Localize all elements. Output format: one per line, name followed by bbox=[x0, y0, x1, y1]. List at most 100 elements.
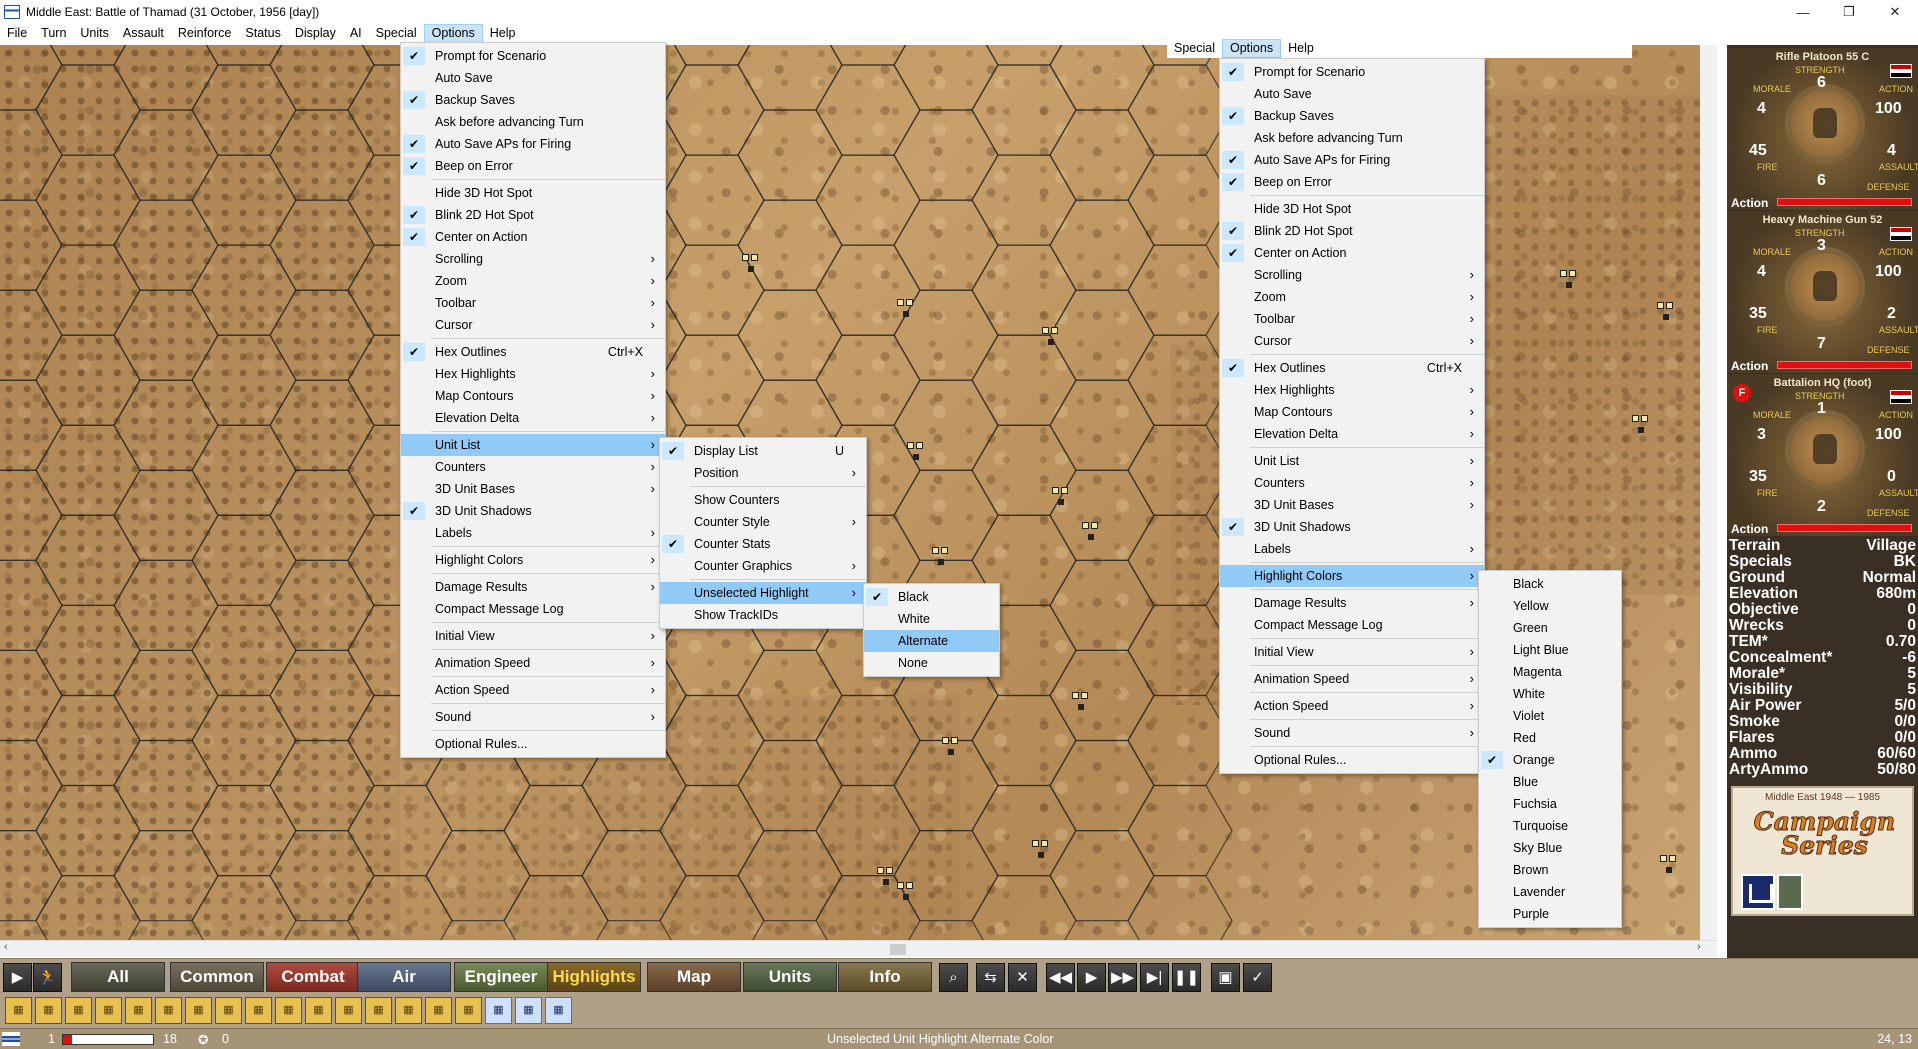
options-item-labels[interactable]: Labels › bbox=[401, 522, 665, 544]
options2-item-toolbar[interactable]: Toolbar › bbox=[1220, 308, 1484, 330]
options-item-auto-save-aps-for-firing[interactable]: ✔ Auto Save APs for Firing bbox=[401, 133, 665, 155]
options2-item-auto-save[interactable]: Auto Save bbox=[1220, 83, 1484, 105]
unselected-highlight-item-none[interactable]: None bbox=[864, 652, 999, 674]
unit-card[interactable]: Battalion HQ (foot) F STRENGTH 1 MORALE 3 ACTI… bbox=[1727, 374, 1918, 536]
unselected-highlight-item-white[interactable]: White bbox=[864, 608, 999, 630]
toolbar-tool-icon[interactable]: ▦ bbox=[155, 997, 182, 1024]
options2-item-hide-3d-hot-spot[interactable]: Hide 3D Hot Spot bbox=[1220, 198, 1484, 220]
unit-list-item-unselected-highlight[interactable]: Unselected Highlight › bbox=[660, 582, 866, 604]
menu-special[interactable]: Special bbox=[1167, 39, 1222, 58]
scroll-left-icon[interactable]: ‹ bbox=[4, 941, 8, 953]
highlight-color-item-blue[interactable]: Blue bbox=[1479, 771, 1621, 793]
options2-item-cursor[interactable]: Cursor › bbox=[1220, 330, 1484, 352]
options2-item-prompt-for-scenario[interactable]: ✔ Prompt for Scenario bbox=[1220, 61, 1484, 83]
options2-item-damage-results[interactable]: Damage Results › bbox=[1220, 592, 1484, 614]
options2-item-elevation-delta[interactable]: Elevation Delta › bbox=[1220, 423, 1484, 445]
options-item-action-speed[interactable]: Action Speed › bbox=[401, 679, 665, 701]
tab-map[interactable]: Map bbox=[647, 962, 741, 992]
unit-marker[interactable] bbox=[1030, 838, 1052, 862]
menu-units[interactable]: Units bbox=[73, 24, 115, 43]
unit-list-item-show-counters[interactable]: Show Counters bbox=[660, 489, 866, 511]
play-icon[interactable]: ▶ bbox=[1077, 963, 1106, 992]
options2-item-animation-speed[interactable]: Animation Speed › bbox=[1220, 668, 1484, 690]
options2-item-blink-2d-hot-spot[interactable]: ✔ Blink 2D Hot Spot bbox=[1220, 220, 1484, 242]
toolbar-tool-icon[interactable]: ▦ bbox=[125, 997, 152, 1024]
scroll-thumb[interactable] bbox=[890, 944, 906, 955]
unit-list-item-position[interactable]: Position › bbox=[660, 462, 866, 484]
options2-item-scrolling[interactable]: Scrolling › bbox=[1220, 264, 1484, 286]
run-icon[interactable]: 🏃 bbox=[33, 963, 62, 992]
toolbar-tool-icon[interactable]: ▦ bbox=[425, 997, 452, 1024]
options-item-sound[interactable]: Sound › bbox=[401, 706, 665, 728]
menu-options[interactable]: Options bbox=[1222, 39, 1282, 58]
menu-status[interactable]: Status bbox=[238, 24, 287, 43]
tab-combat[interactable]: Combat bbox=[266, 962, 360, 992]
unit-marker[interactable] bbox=[930, 545, 952, 569]
options-item-hide-3d-hot-spot[interactable]: Hide 3D Hot Spot bbox=[401, 182, 665, 204]
toolbar-tool-icon[interactable]: ▦ bbox=[485, 997, 512, 1024]
minimize-button[interactable]: — bbox=[1780, 0, 1826, 24]
unit-marker[interactable] bbox=[895, 880, 917, 904]
unselected-highlight-item-alternate[interactable]: Alternate bbox=[864, 630, 999, 652]
options2-item-beep-on-error[interactable]: ✔ Beep on Error bbox=[1220, 171, 1484, 193]
unit-marker[interactable] bbox=[1658, 853, 1680, 877]
unit-list-item-counter-graphics[interactable]: Counter Graphics › bbox=[660, 555, 866, 577]
menu-turn[interactable]: Turn bbox=[34, 24, 73, 43]
unit-marker[interactable] bbox=[895, 297, 917, 321]
check-icon[interactable]: ✓ bbox=[1243, 963, 1272, 992]
play-icon[interactable]: ▶ bbox=[3, 963, 32, 992]
unit-list-item-display-list[interactable]: ✔ Display List U bbox=[660, 440, 866, 462]
unit-list-item-show-trackids[interactable]: Show TrackIDs bbox=[660, 604, 866, 626]
toolbar-tool-icon[interactable]: ▦ bbox=[545, 997, 572, 1024]
menu-display[interactable]: Display bbox=[288, 24, 343, 43]
unselected-highlight-item-black[interactable]: ✔ Black bbox=[864, 586, 999, 608]
highlight-color-item-turquoise[interactable]: Turquoise bbox=[1479, 815, 1621, 837]
toolbar-tool-icon[interactable]: ▦ bbox=[335, 997, 362, 1024]
options-item-ask-before-advancing-turn[interactable]: Ask before advancing Turn bbox=[401, 111, 665, 133]
options2-item-action-speed[interactable]: Action Speed › bbox=[1220, 695, 1484, 717]
unit-card[interactable]: Heavy Machine Gun 52 STRENGTH 3 MORALE 4 ACTI… bbox=[1727, 211, 1918, 373]
options-item-auto-save[interactable]: Auto Save bbox=[401, 67, 665, 89]
maximize-button[interactable]: ❐ bbox=[1826, 0, 1872, 24]
menu-help[interactable]: Help bbox=[483, 24, 523, 43]
options-item-compact-message-log[interactable]: Compact Message Log bbox=[401, 598, 665, 620]
options2-item-backup-saves[interactable]: ✔ Backup Saves bbox=[1220, 105, 1484, 127]
toolbar-tool-icon[interactable]: ▦ bbox=[275, 997, 302, 1024]
options2-item-hex-highlights[interactable]: Hex Highlights › bbox=[1220, 379, 1484, 401]
options-item-optional-rules[interactable]: Optional Rules... bbox=[401, 733, 665, 755]
options-item-map-contours[interactable]: Map Contours › bbox=[401, 385, 665, 407]
tab-air[interactable]: Air bbox=[357, 962, 451, 992]
highlight-color-item-light-blue[interactable]: Light Blue bbox=[1479, 639, 1621, 661]
unit-marker[interactable] bbox=[1655, 300, 1677, 324]
highlight-color-item-orange[interactable]: ✔ Orange bbox=[1479, 749, 1621, 771]
options2-item-3d-unit-shadows[interactable]: ✔ 3D Unit Shadows bbox=[1220, 516, 1484, 538]
options-item-unit-list[interactable]: Unit List › bbox=[401, 434, 665, 456]
tab-info[interactable]: Info bbox=[838, 962, 932, 992]
menu-ai[interactable]: AI bbox=[343, 24, 369, 43]
options2-item-hex-outlines[interactable]: ✔ Hex Outlines Ctrl+X bbox=[1220, 357, 1484, 379]
options2-item-labels[interactable]: Labels › bbox=[1220, 538, 1484, 560]
options-item-elevation-delta[interactable]: Elevation Delta › bbox=[401, 407, 665, 429]
highlight-color-item-violet[interactable]: Violet bbox=[1479, 705, 1621, 727]
highlight-color-item-magenta[interactable]: Magenta bbox=[1479, 661, 1621, 683]
skip-end-icon[interactable]: ▶| bbox=[1140, 963, 1169, 992]
unit-marker[interactable] bbox=[940, 735, 962, 759]
unit-marker[interactable] bbox=[1070, 690, 1092, 714]
options2-item-center-on-action[interactable]: ✔ Center on Action bbox=[1220, 242, 1484, 264]
options2-item-auto-save-aps-for-firing[interactable]: ✔ Auto Save APs for Firing bbox=[1220, 149, 1484, 171]
tab-common[interactable]: Common bbox=[170, 962, 264, 992]
options2-item-highlight-colors[interactable]: Highlight Colors › bbox=[1220, 565, 1484, 587]
menu-help[interactable]: Help bbox=[1281, 39, 1321, 58]
options-item-counters[interactable]: Counters › bbox=[401, 456, 665, 478]
toolbar-tool-icon[interactable]: ▦ bbox=[515, 997, 542, 1024]
menu-file[interactable]: File bbox=[0, 24, 34, 43]
tab-engineer[interactable]: Engineer bbox=[454, 962, 548, 992]
options-item-blink-2d-hot-spot[interactable]: ✔ Blink 2D Hot Spot bbox=[401, 204, 665, 226]
unit-marker[interactable] bbox=[740, 252, 762, 276]
tab-all[interactable]: All bbox=[71, 962, 165, 992]
unit-marker[interactable] bbox=[875, 865, 897, 889]
menu-assault[interactable]: Assault bbox=[116, 24, 171, 43]
menu-reinforce[interactable]: Reinforce bbox=[171, 24, 239, 43]
tab-units[interactable]: Units bbox=[743, 962, 837, 992]
save-icon[interactable]: ▣ bbox=[1211, 963, 1240, 992]
